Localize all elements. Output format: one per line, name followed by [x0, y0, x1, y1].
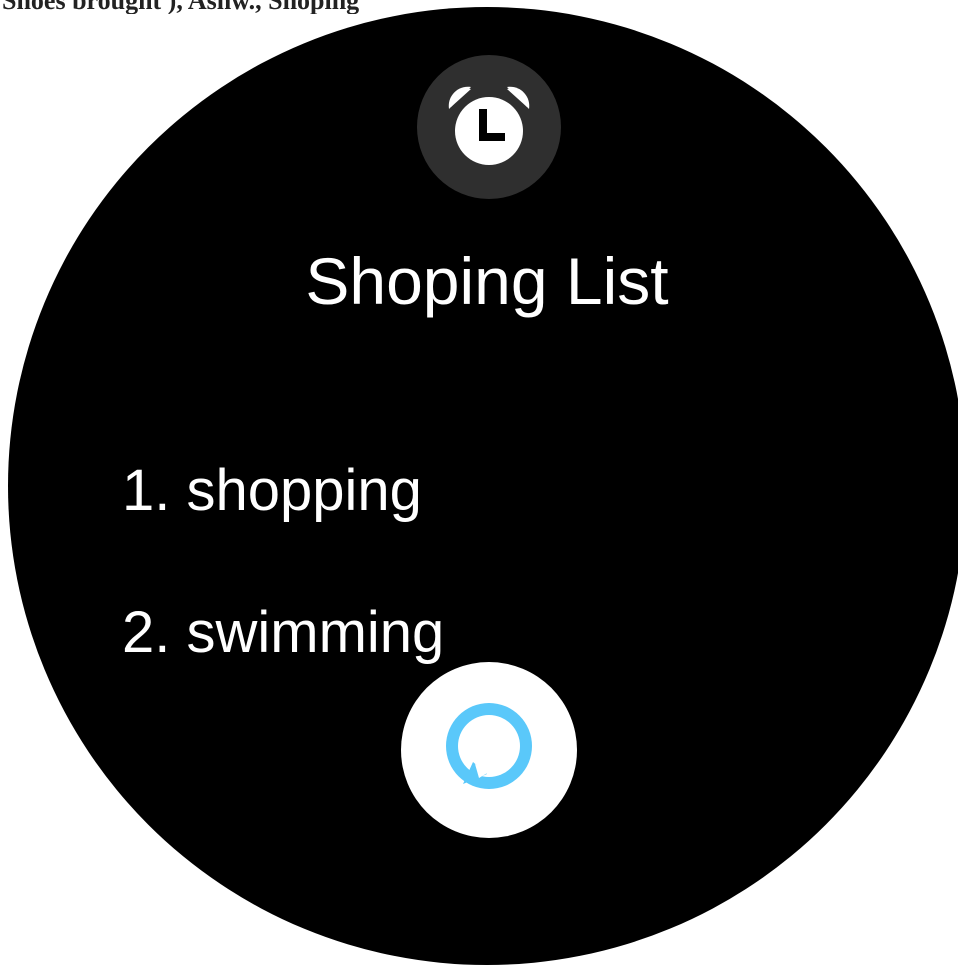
list-title: Shoping List [305, 244, 669, 318]
alarm-badge [417, 55, 561, 199]
list-item[interactable]: 2. swimming [122, 598, 444, 668]
cropped-header-text: Shoes brought ), Asnw., Shoping [2, 0, 359, 14]
voice-assistant-button[interactable] [401, 662, 577, 838]
watch-face: Shoping List 1. shopping 2. swimming [8, 7, 958, 965]
list-item[interactable]: 1. shopping [122, 456, 422, 526]
alexa-ring-icon [429, 688, 549, 813]
alarm-clock-icon [441, 79, 537, 175]
